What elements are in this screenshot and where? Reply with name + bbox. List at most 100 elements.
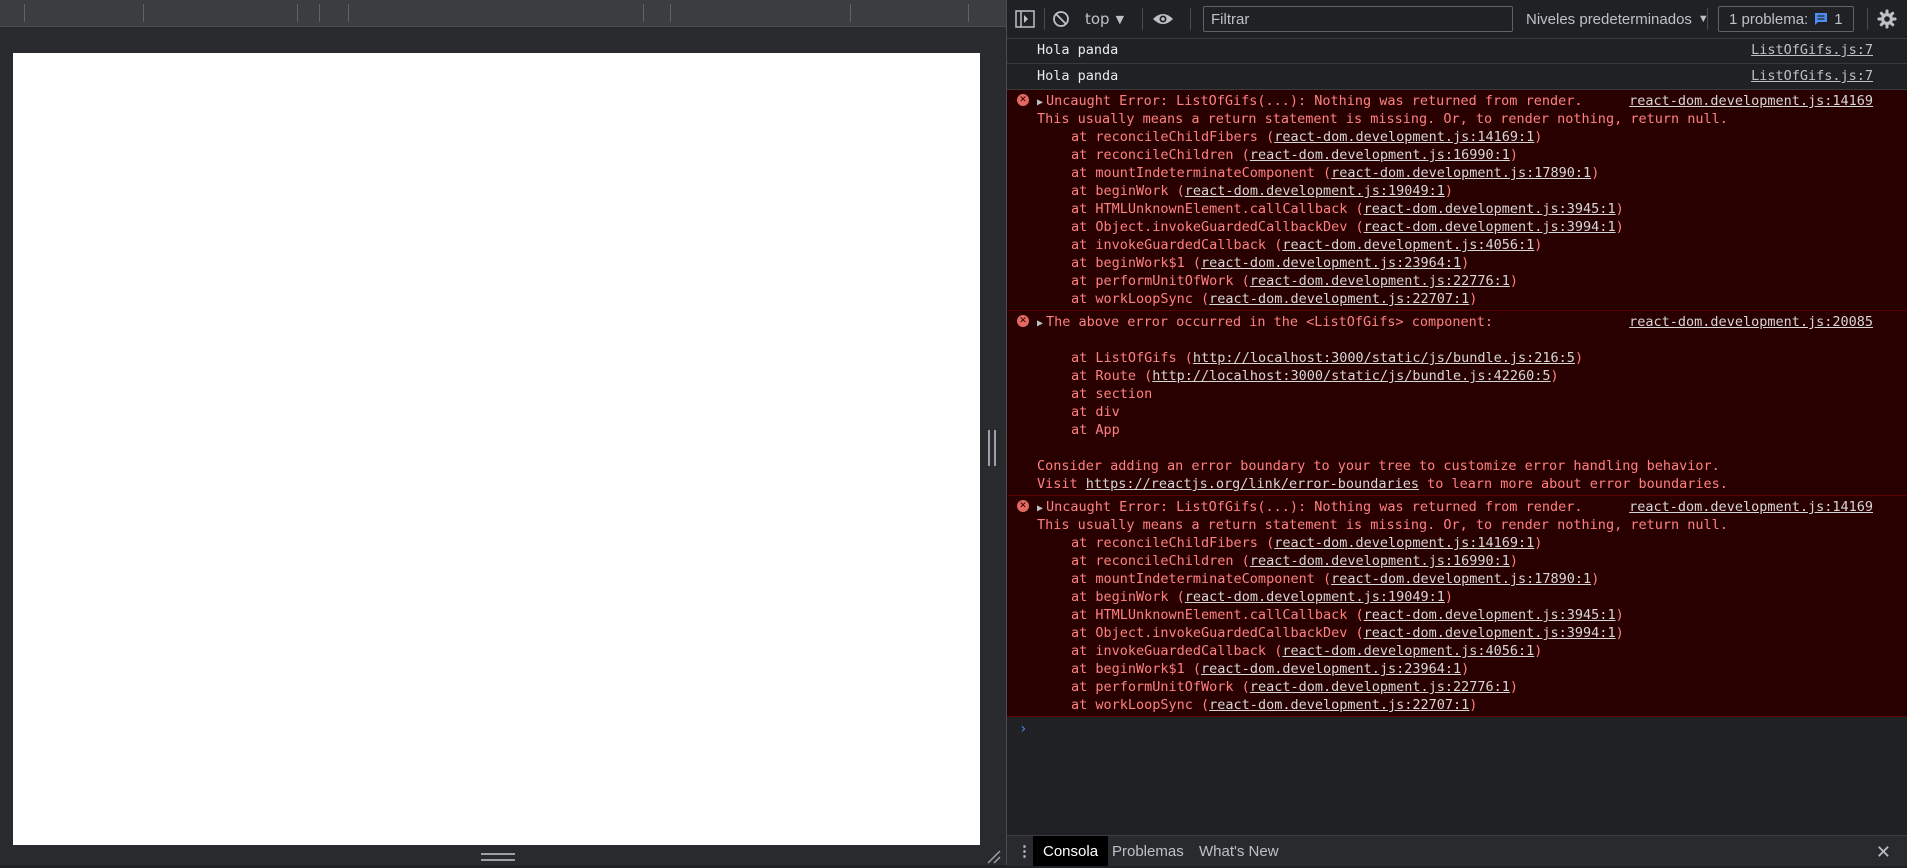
stack-link[interactable]: react-dom.development.js:16990:1 xyxy=(1250,553,1510,569)
toolbar-divider xyxy=(670,4,671,22)
stack-link[interactable]: react-dom.development.js:22776:1 xyxy=(1250,679,1510,695)
log-levels-dropdown[interactable]: Niveles predeterminados ▼ xyxy=(1526,9,1709,29)
stack-frame: at HTMLUnknownElement.callCallback (reac… xyxy=(1071,607,1624,623)
stack-trace: at reconcileChildFibers (react-dom.devel… xyxy=(1037,534,1907,714)
stack-link[interactable]: react-dom.development.js:19049:1 xyxy=(1185,183,1445,199)
device-toolbar xyxy=(0,0,1006,27)
issues-button[interactable]: 1 problema: 1 xyxy=(1718,6,1854,32)
error-icon: ✕ xyxy=(1017,500,1029,512)
stack-link[interactable]: react-dom.development.js:17890:1 xyxy=(1331,571,1591,587)
expand-triangle-icon[interactable]: ▶ xyxy=(1037,503,1043,514)
stack-link[interactable]: react-dom.development.js:19049:1 xyxy=(1185,589,1445,605)
toolbar-divider xyxy=(1190,8,1191,30)
toolbar-divider xyxy=(348,4,349,22)
stack-link[interactable]: react-dom.development.js:22776:1 xyxy=(1250,273,1510,289)
stack-link[interactable]: react-dom.development.js:3994:1 xyxy=(1364,219,1616,235)
console-toolbar: top ▼ Niveles predeterminados ▼ 1 proble… xyxy=(1007,0,1907,39)
stack-link[interactable]: react-dom.development.js:14169:1 xyxy=(1274,535,1534,551)
stack-frame: at workLoopSync (react-dom.development.j… xyxy=(1071,697,1478,713)
error-detail: This usually means a return statement is… xyxy=(1037,517,1728,533)
error-message: ✕ react-dom.development.js:20085 ▶ The ab… xyxy=(1007,311,1907,496)
stack-link[interactable]: react-dom.development.js:3945:1 xyxy=(1364,201,1616,217)
stack-frame: at workLoopSync (react-dom.development.j… xyxy=(1071,291,1478,307)
issues-count: 1 xyxy=(1834,10,1843,28)
close-drawer-icon[interactable]: ✕ xyxy=(1866,836,1901,866)
stack-frame: at ListOfGifs (http://localhost:3000/sta… xyxy=(1071,350,1584,366)
devtools-console-panel: top ▼ Niveles predeterminados ▼ 1 proble… xyxy=(1006,0,1907,866)
rendered-page[interactable] xyxy=(13,53,980,845)
log-levels-label: Niveles predeterminados xyxy=(1526,10,1692,28)
stack-link[interactable]: react-dom.development.js:4056:1 xyxy=(1282,643,1534,659)
toolbar-divider xyxy=(143,4,144,22)
error-icon: ✕ xyxy=(1017,94,1029,106)
stack-link[interactable]: http://localhost:3000/static/js/bundle.j… xyxy=(1193,350,1575,366)
stack-link[interactable]: react-dom.development.js:22707:1 xyxy=(1209,291,1469,307)
filter-input[interactable] xyxy=(1203,6,1513,32)
eye-icon[interactable] xyxy=(1152,9,1174,29)
stack-frame: at invokeGuardedCallback (react-dom.deve… xyxy=(1071,643,1543,659)
clear-console-icon[interactable] xyxy=(1052,9,1070,29)
stack-frame: at reconcileChildren (react-dom.developm… xyxy=(1071,147,1519,163)
stack-frame: at reconcileChildFibers (react-dom.devel… xyxy=(1071,129,1543,145)
toggle-sidebar-icon[interactable] xyxy=(1015,9,1035,29)
viewport-width-resize-handle[interactable] xyxy=(988,430,996,466)
stack-link[interactable]: react-dom.development.js:3994:1 xyxy=(1364,625,1616,641)
source-link[interactable]: react-dom.development.js:14169 xyxy=(1629,92,1873,110)
device-viewport-area xyxy=(0,0,1006,865)
stack-link[interactable]: react-dom.development.js:16990:1 xyxy=(1250,147,1510,163)
stack-link[interactable]: react-dom.development.js:17890:1 xyxy=(1331,165,1591,181)
component-stack: at ListOfGifs (http://localhost:3000/sta… xyxy=(1037,349,1907,439)
corner-resize-icon[interactable] xyxy=(985,848,1001,864)
gear-icon[interactable] xyxy=(1877,9,1897,29)
issue-message-icon xyxy=(1815,13,1828,25)
stack-frame: at invokeGuardedCallback (react-dom.deve… xyxy=(1071,237,1543,253)
stack-frame: at beginWork$1 (react-dom.development.js… xyxy=(1071,255,1470,271)
tab-consola[interactable]: Consola xyxy=(1033,836,1109,866)
stack-link[interactable]: react-dom.development.js:4056:1 xyxy=(1282,237,1534,253)
stack-frame: at Route (http://localhost:3000/static/j… xyxy=(1071,368,1559,384)
toolbar-divider xyxy=(1707,8,1708,30)
stack-frame: at HTMLUnknownElement.callCallback (reac… xyxy=(1071,201,1624,217)
expand-triangle-icon[interactable]: ▶ xyxy=(1037,97,1043,108)
stack-link[interactable]: react-dom.development.js:22707:1 xyxy=(1209,697,1469,713)
error-headline-text: Uncaught Error: ListOfGifs(...): Nothing… xyxy=(1046,93,1583,109)
stack-link[interactable]: react-dom.development.js:23964:1 xyxy=(1201,255,1461,271)
expand-triangle-icon[interactable]: ▶ xyxy=(1037,318,1043,329)
context-label: top xyxy=(1085,10,1110,28)
stack-frame: at performUnitOfWork (react-dom.developm… xyxy=(1071,679,1519,695)
toolbar-divider xyxy=(1044,8,1045,30)
source-link[interactable]: ListOfGifs.js:7 xyxy=(1751,64,1873,89)
error-headline-text: The above error occurred in the <ListOfG… xyxy=(1046,314,1494,330)
viewport-height-resize-handle[interactable] xyxy=(481,853,515,861)
stack-link[interactable]: http://localhost:3000/static/js/bundle.j… xyxy=(1152,368,1550,384)
tab-whats-new[interactable]: What's New xyxy=(1189,836,1289,866)
stack-link[interactable]: react-dom.development.js:3945:1 xyxy=(1364,607,1616,623)
console-prompt-input[interactable]: › xyxy=(1007,717,1907,741)
stack-trace: at reconcileChildFibers (react-dom.devel… xyxy=(1037,128,1907,308)
toolbar-divider xyxy=(968,4,969,22)
stack-frame: at mountIndeterminateComponent (react-do… xyxy=(1071,571,1600,587)
log-message: Hola panda ListOfGifs.js:7 xyxy=(1007,64,1907,90)
stack-frame: at performUnitOfWork (react-dom.developm… xyxy=(1071,273,1519,289)
toolbar-divider xyxy=(1142,8,1143,30)
stack-frame: at beginWork (react-dom.development.js:1… xyxy=(1071,589,1454,605)
error-message: ✕ react-dom.development.js:14169 ▶ Uncaug… xyxy=(1007,90,1907,311)
source-link[interactable]: react-dom.development.js:20085 xyxy=(1629,313,1873,331)
error-headline-text: Uncaught Error: ListOfGifs(...): Nothing… xyxy=(1046,499,1583,515)
context-selector[interactable]: top ▼ xyxy=(1085,9,1124,29)
tab-problemas[interactable]: Problemas xyxy=(1102,836,1194,866)
prompt-chevron-icon: › xyxy=(1019,721,1028,737)
stack-frame: at beginWork (react-dom.development.js:1… xyxy=(1071,183,1454,199)
stack-link[interactable]: react-dom.development.js:23964:1 xyxy=(1201,661,1461,677)
toolbar-divider xyxy=(643,4,644,22)
log-text: Hola panda xyxy=(1037,42,1119,58)
stack-frame: at Object.invokeGuardedCallbackDev (reac… xyxy=(1071,625,1624,641)
console-messages: Hola panda ListOfGifs.js:7 Hola panda Li… xyxy=(1007,38,1907,835)
docs-link[interactable]: https://reactjs.org/link/error-boundarie… xyxy=(1086,476,1419,492)
error-advice: Visit https://reactjs.org/link/error-bou… xyxy=(1037,476,1728,492)
stack-frame: at beginWork$1 (react-dom.development.js… xyxy=(1071,661,1470,677)
source-link[interactable]: ListOfGifs.js:7 xyxy=(1751,38,1873,63)
source-link[interactable]: react-dom.development.js:14169 xyxy=(1629,498,1873,516)
toolbar-divider xyxy=(24,4,25,22)
stack-link[interactable]: react-dom.development.js:14169:1 xyxy=(1274,129,1534,145)
